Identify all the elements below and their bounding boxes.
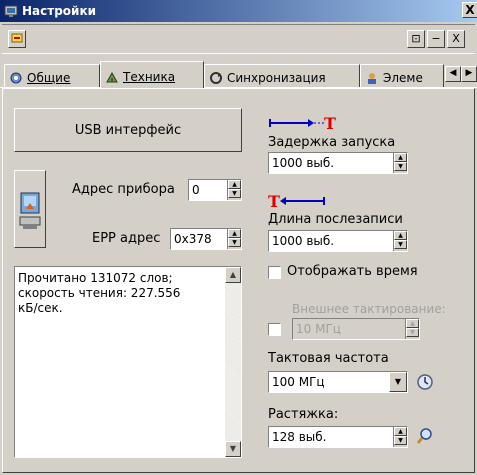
toolbar: ⊡ − X xyxy=(2,24,475,54)
device-address-label: Адрес прибора xyxy=(72,182,175,197)
trigger-letter: T xyxy=(324,115,336,133)
computer-device-icon xyxy=(19,192,41,229)
scroll-down-icon[interactable]: ▼ xyxy=(225,441,241,457)
spin-down-icon[interactable]: ▼ xyxy=(406,328,419,337)
show-time-label: Отображать время xyxy=(287,264,418,279)
device-connect-button[interactable] xyxy=(14,170,46,248)
stretch-spinner[interactable]: ▲ ▼ xyxy=(393,427,407,447)
spin-down-icon[interactable]: ▼ xyxy=(394,162,407,171)
status-scrollbar[interactable]: ▲ ▼ xyxy=(225,267,241,457)
tab-strip: Общие Техника Синхронизация Элеме ◀ ▶ xyxy=(0,60,477,88)
clock-frequency-select[interactable]: 100 МГц ▼ xyxy=(268,371,408,393)
trigger-delay-value: 1000 выб. xyxy=(272,156,335,170)
post-record-label: Длина послезаписи xyxy=(268,212,403,227)
spin-up-icon[interactable]: ▲ xyxy=(406,319,419,328)
usb-interface-button[interactable]: USB интерфейс xyxy=(14,108,242,152)
pin-icon xyxy=(11,33,23,43)
gear-icon xyxy=(10,72,22,83)
post-record-input[interactable]: 1000 выб. ▲ ▼ xyxy=(268,230,408,252)
stretch-value: 128 выб. xyxy=(272,430,327,444)
usb-interface-label: USB интерфейс xyxy=(74,122,182,138)
chevron-down-icon[interactable]: ▼ xyxy=(389,372,407,392)
trigger-delay-spinner[interactable]: ▲ ▼ xyxy=(393,153,407,173)
spin-down-icon[interactable]: ▼ xyxy=(228,238,241,247)
spin-down-icon[interactable]: ▼ xyxy=(394,436,407,445)
restore-button[interactable]: ⊡ xyxy=(407,30,425,48)
window-title: Настройки xyxy=(22,4,97,18)
clock-icon[interactable] xyxy=(416,373,434,391)
post-record-spinner[interactable]: ▲ ▼ xyxy=(393,231,407,251)
post-record-arrow-icon: T xyxy=(268,193,325,211)
spin-up-icon[interactable]: ▲ xyxy=(394,153,407,162)
tab-scroll-left-button[interactable]: ◀ xyxy=(445,66,461,82)
external-clock-checkbox[interactable] xyxy=(268,323,281,336)
stretch-input[interactable]: 128 выб. ▲ ▼ xyxy=(268,426,408,448)
spin-up-icon[interactable]: ▲ xyxy=(228,180,241,189)
external-clock-value: 10 МГц xyxy=(296,322,341,336)
spin-up-icon[interactable]: ▲ xyxy=(394,427,407,436)
scroll-up-icon[interactable]: ▲ xyxy=(225,267,241,283)
tab-sync-label: Синхронизация xyxy=(227,70,326,85)
status-text: Прочитано 131072 слов; скорость чтения: … xyxy=(18,271,181,315)
title-bar: Настройки X xyxy=(0,0,477,22)
tab-hardware-label: Техника xyxy=(123,69,176,84)
window-close-button[interactable]: X xyxy=(462,2,477,18)
status-text-area[interactable]: Прочитано 131072 слов; скорость чтения: … xyxy=(14,266,242,458)
app-icon xyxy=(4,5,18,17)
tab-general[interactable]: Общие xyxy=(4,64,100,87)
clock-frequency-label: Тактовая частота xyxy=(268,351,389,366)
device-address-spinner[interactable]: ▲ ▼ xyxy=(227,180,241,200)
hardware-icon xyxy=(106,71,118,82)
tab-hardware[interactable]: Техника xyxy=(100,61,204,88)
device-address-input[interactable]: 0 ▲ ▼ xyxy=(188,179,242,201)
show-time-checkbox[interactable] xyxy=(268,266,281,279)
tab-elements[interactable]: Элеме xyxy=(360,64,444,87)
epp-address-spinner[interactable]: ▲ ▼ xyxy=(227,229,241,249)
trigger-delay-input[interactable]: 1000 выб. ▲ ▼ xyxy=(268,152,408,174)
close-button[interactable]: X xyxy=(447,30,465,48)
device-address-value: 0 xyxy=(192,183,200,197)
spin-down-icon[interactable]: ▼ xyxy=(394,240,407,249)
epp-address-label: EPP адрес xyxy=(92,231,161,246)
epp-address-value: 0x378 xyxy=(174,232,212,246)
minimize-button[interactable]: − xyxy=(427,30,445,48)
external-clock-spinner[interactable]: ▲ ▼ xyxy=(405,319,419,339)
external-clock-label: Внешнее тактирование: xyxy=(292,302,446,316)
sync-icon xyxy=(210,71,222,84)
stretch-label: Растяжка: xyxy=(268,407,339,422)
pin-button[interactable] xyxy=(8,30,26,48)
tab-general-label: Общие xyxy=(27,70,71,85)
delay-arrow-icon: T xyxy=(269,115,336,133)
magnifier-icon[interactable] xyxy=(416,427,434,445)
post-record-value: 1000 выб. xyxy=(272,234,335,248)
tab-elements-label: Элеме xyxy=(383,70,423,85)
tab-sync[interactable]: Синхронизация xyxy=(204,64,360,87)
tab-scroll-right-button[interactable]: ▶ xyxy=(461,66,477,82)
clock-frequency-value: 100 МГц xyxy=(272,375,325,389)
spin-up-icon[interactable]: ▲ xyxy=(394,231,407,240)
trigger-delay-label: Задержка запуска xyxy=(268,135,396,150)
epp-address-input[interactable]: 0x378 ▲ ▼ xyxy=(170,228,242,250)
element-icon xyxy=(368,72,376,84)
spin-down-icon[interactable]: ▼ xyxy=(228,189,241,198)
trigger-letter: T xyxy=(268,193,280,211)
spin-up-icon[interactable]: ▲ xyxy=(228,229,241,238)
external-clock-input[interactable]: 10 МГц ▲ ▼ xyxy=(292,318,420,340)
